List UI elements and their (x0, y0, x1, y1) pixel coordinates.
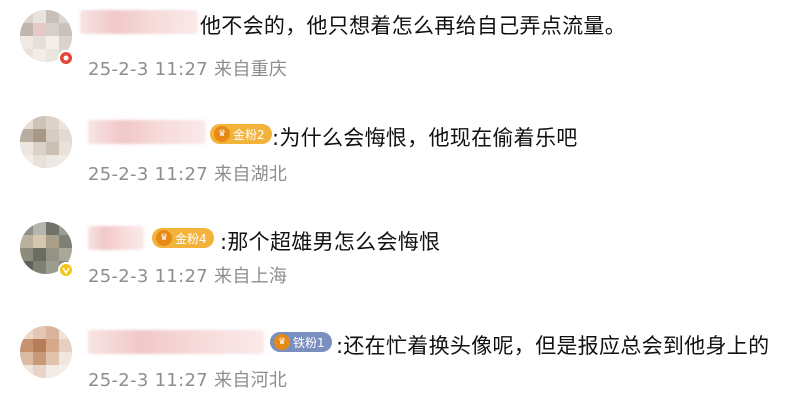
comment-meta: 25-2-3 11:27 来自河北 (88, 366, 287, 392)
comment-item: ♛ 金粉4 :那个超雄男怎么会悔恨 25-2-3 11:27 来自上海 (0, 208, 800, 312)
fan-badge-label: 铁粉1 (293, 335, 325, 350)
username-blurred[interactable] (80, 10, 198, 34)
fan-level-icon: ♛ (214, 126, 230, 142)
comment-meta: 25-2-3 11:27 来自湖北 (88, 160, 287, 186)
username-blurred[interactable] (88, 330, 264, 354)
comment-location: 来自湖北 (214, 164, 288, 185)
avatar[interactable] (20, 116, 72, 168)
fan-badge-label: 金粉2 (233, 127, 265, 142)
comment-location: 来自上海 (214, 266, 288, 287)
comment-text: :还在忙着换头像呢，但是报应总会到他身上的 (336, 334, 770, 358)
comment-location: 来自重庆 (214, 59, 288, 80)
comment-item: ♛ 铁粉1 :还在忙着换头像呢，但是报应总会到他身上的 25-2-3 11:27… (0, 312, 800, 416)
comment-item: 他不会的，他只想着怎么再给自己弄点流量。 25-2-3 11:27 来自重庆 (0, 0, 800, 104)
comment-text: :那个超雄男怎么会悔恨 (220, 230, 441, 254)
comment-time: 25-2-3 11:27 (88, 59, 208, 80)
comment-text: 他不会的，他只想着怎么再给自己弄点流量。 (200, 14, 626, 38)
comment-time: 25-2-3 11:27 (88, 164, 208, 185)
fan-badge[interactable]: ♛ 金粉2 (210, 124, 272, 144)
comment-meta: 25-2-3 11:27 来自上海 (88, 262, 287, 288)
fan-level-icon: ♛ (274, 334, 290, 350)
fan-level-icon: ♛ (156, 230, 172, 246)
comment-item: ♛ 金粉2 :为什么会悔恨，他现在偷着乐吧 25-2-3 11:27 来自湖北 (0, 104, 800, 208)
username-blurred[interactable] (88, 120, 206, 144)
red-badge-icon (58, 50, 74, 66)
comment-time: 25-2-3 11:27 (88, 266, 208, 287)
fan-badge-label: 金粉4 (175, 231, 207, 246)
comment-location: 来自河北 (214, 370, 288, 391)
comment-text: :为什么会悔恨，他现在偷着乐吧 (272, 126, 578, 150)
comment-meta: 25-2-3 11:27 来自重庆 (88, 55, 287, 81)
fan-badge[interactable]: ♛ 铁粉1 (270, 332, 332, 352)
fan-badge[interactable]: ♛ 金粉4 (152, 228, 214, 248)
comment-time: 25-2-3 11:27 (88, 370, 208, 391)
avatar[interactable] (20, 326, 72, 378)
verified-icon (58, 262, 74, 278)
username-blurred[interactable] (88, 226, 144, 250)
